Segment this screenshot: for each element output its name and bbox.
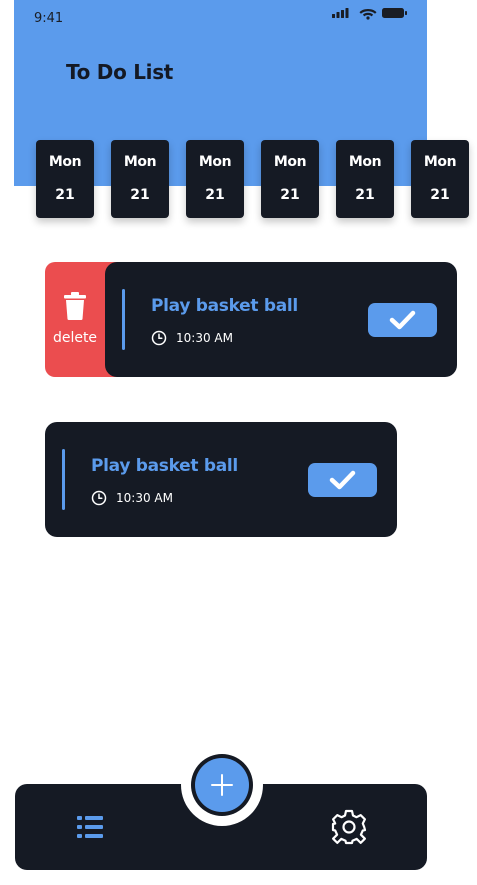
complete-button[interactable] (368, 303, 437, 337)
task-title: Play basket ball (151, 296, 298, 316)
day-chip[interactable]: Mon 21 (36, 140, 94, 218)
battery-icon (382, 8, 407, 18)
delete-label: delete (52, 330, 98, 346)
day-number: 21 (55, 187, 75, 203)
day-number: 21 (205, 187, 225, 203)
day-number: 21 (430, 187, 450, 203)
list-icon[interactable] (74, 812, 106, 842)
day-number: 21 (355, 187, 375, 203)
task-title: Play basket ball (91, 456, 238, 476)
task-card[interactable]: Play basket ball 10:30 AM (105, 262, 457, 377)
clock-icon (91, 490, 107, 506)
check-icon (329, 470, 356, 490)
page-title: To Do List (66, 60, 174, 84)
complete-button[interactable] (308, 463, 377, 497)
day-name: Mon (198, 154, 232, 170)
status-icons (332, 8, 407, 20)
add-task-button[interactable] (191, 754, 253, 816)
signal-icon (332, 8, 349, 18)
task-card[interactable]: Play basket ball 10:30 AM (45, 422, 397, 537)
day-chip[interactable]: Mon 21 (336, 140, 394, 218)
todo-screen: 9:41 To Do List Mon 21 Mon 21 Mon 21 Mon… (0, 0, 477, 885)
day-chip[interactable]: Mon 21 (186, 140, 244, 218)
day-number: 21 (130, 187, 150, 203)
task-accent-bar (122, 289, 125, 350)
clock-icon (151, 330, 167, 346)
wifi-icon (359, 9, 377, 20)
day-chip[interactable]: Mon 21 (411, 140, 469, 218)
day-chip[interactable]: Mon 21 (261, 140, 319, 218)
trash-icon (64, 292, 86, 320)
day-chip[interactable]: Mon 21 (111, 140, 169, 218)
day-name: Mon (423, 154, 457, 170)
plus-icon (211, 774, 233, 796)
check-icon (389, 310, 416, 330)
status-time: 9:41 (34, 11, 64, 26)
day-name: Mon (48, 154, 82, 170)
task-time: 10:30 AM (176, 331, 233, 345)
task-time: 10:30 AM (116, 491, 173, 505)
day-name: Mon (273, 154, 307, 170)
task-accent-bar (62, 449, 65, 510)
day-number: 21 (280, 187, 300, 203)
day-name: Mon (348, 154, 382, 170)
gear-icon[interactable] (330, 808, 368, 846)
day-name: Mon (123, 154, 157, 170)
